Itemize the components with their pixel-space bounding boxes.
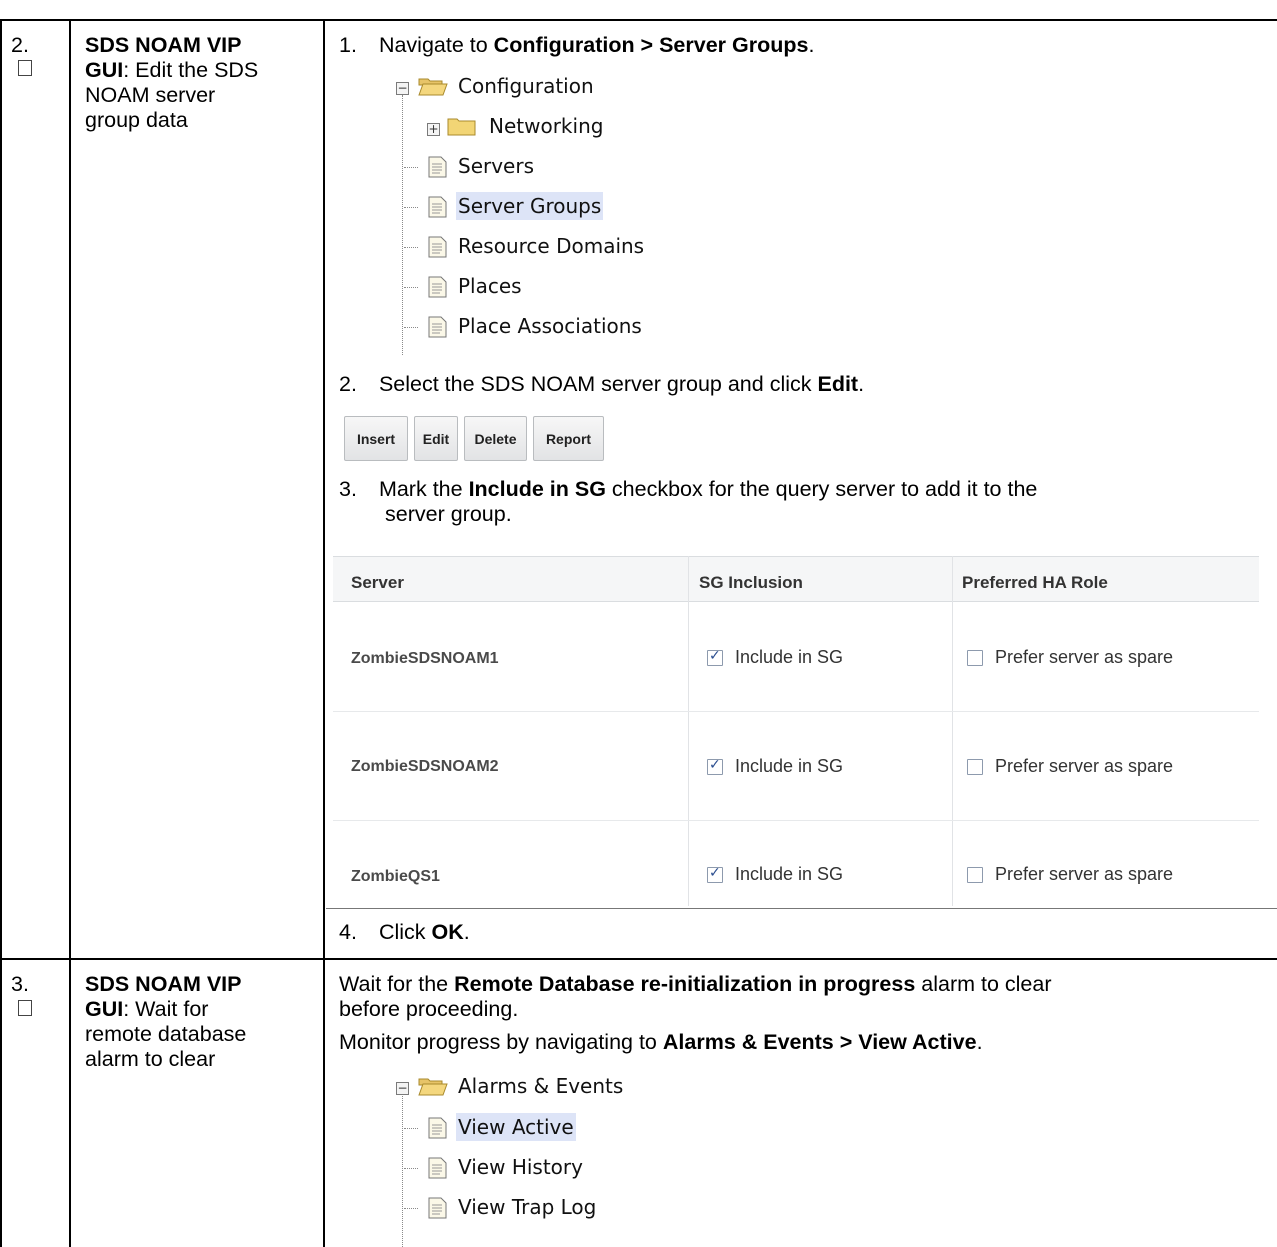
document-icon bbox=[428, 1157, 447, 1179]
include-in-sg-label: Include in SG bbox=[735, 647, 844, 667]
open-folder-icon bbox=[418, 78, 448, 96]
server-name: ZombieSDSNOAM1 bbox=[351, 650, 499, 667]
insert-button[interactable]: Insert bbox=[344, 416, 408, 461]
include-in-sg-label: Include in SG bbox=[735, 756, 844, 776]
step-number: 3. bbox=[11, 972, 29, 996]
instruction-step-2: 2. Select the SDS NOAM server group and c… bbox=[339, 372, 865, 396]
server-group-table: Server SG Inclusion Preferred HA Role Zo… bbox=[333, 556, 1259, 906]
folder-icon bbox=[447, 118, 476, 136]
instruction-step-3: 3. Mark the Include in SG checkbox for th… bbox=[339, 477, 1038, 526]
column-divider-2 bbox=[323, 19, 325, 1247]
prefer-spare-checkbox[interactable] bbox=[967, 650, 983, 666]
report-button[interactable]: Report bbox=[533, 416, 604, 461]
step-number: 2. bbox=[11, 33, 29, 57]
column-header-server: Server bbox=[351, 573, 404, 592]
prefer-spare-checkbox[interactable] bbox=[967, 759, 983, 775]
action-button-bar: Insert Edit Delete Report bbox=[344, 416, 654, 461]
step-title: SDS NOAM VIP GUI: Edit the SDS NOAM serv… bbox=[85, 33, 259, 132]
expand-icon[interactable]: + bbox=[427, 123, 440, 136]
server-name: ZombieQS1 bbox=[351, 868, 440, 885]
include-in-sg-checkbox[interactable] bbox=[707, 648, 723, 666]
include-in-sg-label: Include in SG bbox=[735, 864, 844, 884]
prefer-spare-label: Prefer server as spare bbox=[995, 647, 1174, 667]
document-icon bbox=[428, 236, 447, 258]
document-icon bbox=[428, 316, 447, 338]
inner-divider bbox=[326, 908, 1277, 909]
instruction-step-1: 1. Navigate to Configuration > Server Gro… bbox=[339, 33, 815, 57]
column-header-preferred-ha-role: Preferred HA Role bbox=[962, 573, 1108, 592]
prefer-spare-label: Prefer server as spare bbox=[995, 864, 1174, 884]
open-folder-icon bbox=[418, 1078, 448, 1096]
delete-button[interactable]: Delete bbox=[464, 416, 527, 461]
step-title: SDS NOAM VIP GUI: Wait for remote databa… bbox=[85, 972, 247, 1071]
edit-button[interactable]: Edit bbox=[414, 416, 458, 461]
include-in-sg-checkbox[interactable] bbox=[707, 865, 723, 883]
document-icon bbox=[428, 156, 447, 178]
step-checkbox[interactable] bbox=[18, 60, 32, 76]
step-checkbox[interactable] bbox=[18, 1000, 32, 1016]
prefer-spare-label: Prefer server as spare bbox=[995, 756, 1174, 776]
instruction-step-4: 4. Click OK. bbox=[339, 920, 470, 944]
instruction-paragraph-2: Monitor progress by navigating to Alarms… bbox=[339, 1030, 983, 1054]
document-icon bbox=[428, 196, 447, 218]
collapse-icon[interactable]: − bbox=[396, 1082, 409, 1095]
prefer-spare-checkbox[interactable] bbox=[967, 867, 983, 883]
row-divider bbox=[0, 958, 1277, 960]
include-in-sg-checkbox[interactable] bbox=[707, 757, 723, 775]
column-divider-1 bbox=[69, 19, 71, 1247]
server-name: ZombieSDSNOAM2 bbox=[351, 758, 499, 775]
document-icon bbox=[428, 1197, 447, 1219]
instruction-paragraph-1: Wait for the Remote Database re-initiali… bbox=[339, 972, 1052, 1021]
column-header-sg-inclusion: SG Inclusion bbox=[699, 573, 803, 592]
document-icon bbox=[428, 276, 447, 298]
table-left-border bbox=[0, 19, 2, 1247]
document-icon bbox=[428, 1117, 447, 1139]
table-top-border bbox=[0, 19, 1277, 21]
collapse-icon[interactable]: − bbox=[396, 82, 409, 95]
